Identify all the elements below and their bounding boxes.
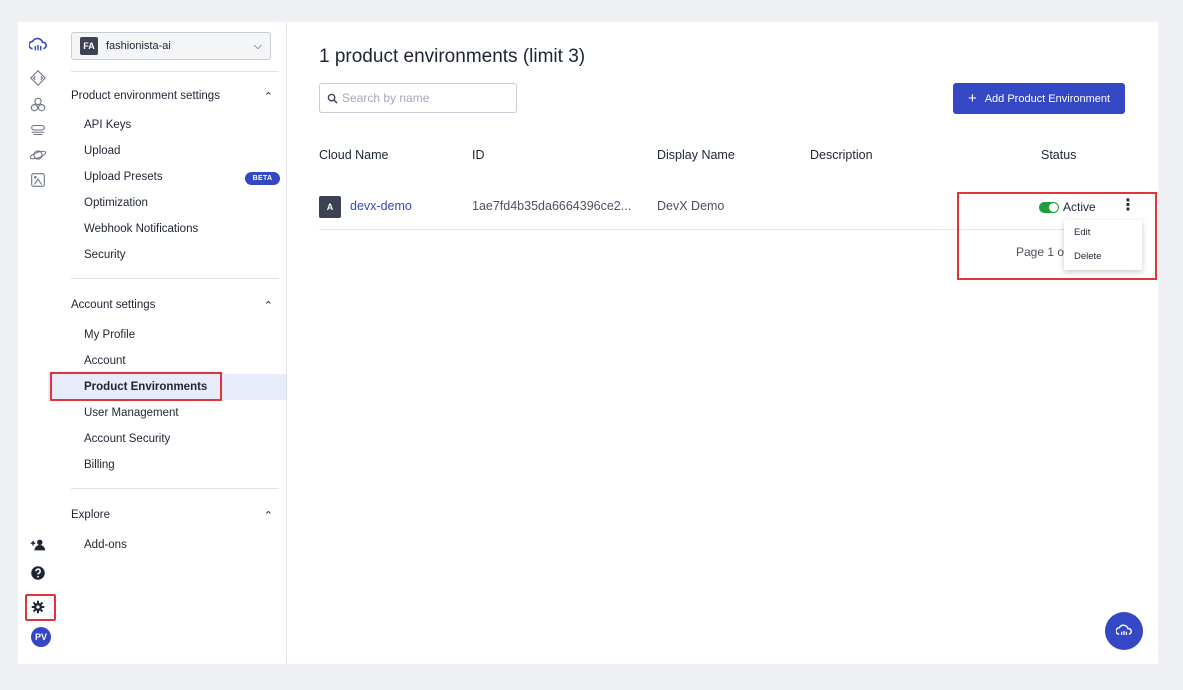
nav-upload[interactable]: Upload bbox=[84, 141, 120, 161]
cloudinary-logo-icon[interactable] bbox=[27, 34, 49, 56]
nav-account[interactable]: Account bbox=[84, 351, 126, 371]
section-title: Product environment settings bbox=[71, 90, 220, 102]
section-title: Explore bbox=[71, 509, 110, 521]
icon-rail: PV bbox=[18, 22, 62, 664]
help-icon[interactable] bbox=[27, 562, 49, 584]
add-product-environment-button[interactable]: + Add Product Environment bbox=[953, 83, 1125, 114]
chevron-down-icon: ⌵ bbox=[253, 39, 262, 52]
environment-badge: FA bbox=[80, 37, 98, 55]
column-display-name[interactable]: Display Name bbox=[657, 148, 735, 162]
invite-user-icon[interactable] bbox=[27, 534, 49, 556]
cloud-name-link[interactable]: devx-demo bbox=[350, 199, 412, 213]
divider bbox=[71, 71, 279, 72]
search-input[interactable] bbox=[342, 91, 502, 105]
column-cloud-name[interactable]: Cloud Name bbox=[319, 148, 388, 162]
search-icon bbox=[327, 93, 338, 104]
section-product-env-settings[interactable]: Product environment settings ⌃ bbox=[71, 87, 277, 105]
nav-webhook-notifications[interactable]: Webhook Notifications bbox=[84, 219, 198, 239]
divider bbox=[71, 278, 279, 279]
search-box[interactable] bbox=[319, 83, 517, 113]
code-diamond-icon[interactable] bbox=[27, 67, 49, 89]
row-avatar: A bbox=[319, 196, 341, 218]
page-title: 1 product environments (limit 3) bbox=[319, 46, 586, 67]
main-content: 1 product environments (limit 3) + Add P… bbox=[287, 22, 1158, 664]
section-account-settings[interactable]: Account settings ⌃ bbox=[71, 296, 277, 314]
status-actions-highlight bbox=[957, 192, 1157, 280]
beta-badge: BETA bbox=[245, 172, 280, 185]
section-explore[interactable]: Explore ⌃ bbox=[71, 506, 277, 524]
media-library-icon[interactable] bbox=[27, 169, 49, 191]
chevron-up-icon: ⌃ bbox=[263, 299, 273, 312]
settings-highlight bbox=[25, 594, 56, 621]
media-stack-icon[interactable] bbox=[27, 119, 49, 141]
nav-add-ons[interactable]: Add-ons bbox=[84, 535, 127, 555]
assets-circles-icon[interactable] bbox=[27, 94, 49, 116]
settings-sidebar: FA fashionista-ai ⌵ Product environment … bbox=[62, 22, 287, 664]
environment-display-name: DevX Demo bbox=[657, 199, 725, 213]
assistant-fab[interactable] bbox=[1105, 612, 1143, 650]
environment-name: fashionista-ai bbox=[106, 40, 171, 52]
nav-account-security[interactable]: Account Security bbox=[84, 429, 170, 449]
nav-active-highlight bbox=[50, 372, 222, 401]
chevron-up-icon: ⌃ bbox=[263, 90, 273, 103]
nav-my-profile[interactable]: My Profile bbox=[84, 325, 135, 345]
column-status[interactable]: Status bbox=[1041, 148, 1076, 162]
nav-api-keys[interactable]: API Keys bbox=[84, 115, 131, 135]
environment-selector[interactable]: FA fashionista-ai ⌵ bbox=[71, 32, 271, 60]
chevron-up-icon: ⌃ bbox=[263, 509, 273, 522]
divider bbox=[71, 488, 279, 489]
plus-icon: + bbox=[967, 90, 977, 107]
column-description[interactable]: Description bbox=[810, 148, 873, 162]
nav-upload-presets[interactable]: Upload Presets bbox=[84, 167, 163, 187]
app-frame: PV FA fashionista-ai ⌵ Product environme… bbox=[18, 22, 1158, 664]
cloud-logo-icon bbox=[1116, 624, 1132, 635]
user-avatar[interactable]: PV bbox=[31, 627, 51, 647]
add-button-label: Add Product Environment bbox=[984, 92, 1111, 105]
nav-user-management[interactable]: User Management bbox=[84, 403, 179, 423]
column-id[interactable]: ID bbox=[472, 148, 485, 162]
section-title: Account settings bbox=[71, 299, 156, 311]
environment-id: 1ae7fd4b35da6664396ce2... bbox=[472, 199, 632, 213]
nav-security[interactable]: Security bbox=[84, 245, 126, 265]
planet-icon[interactable] bbox=[27, 144, 49, 166]
nav-billing[interactable]: Billing bbox=[84, 455, 115, 475]
nav-optimization[interactable]: Optimization bbox=[84, 193, 148, 213]
